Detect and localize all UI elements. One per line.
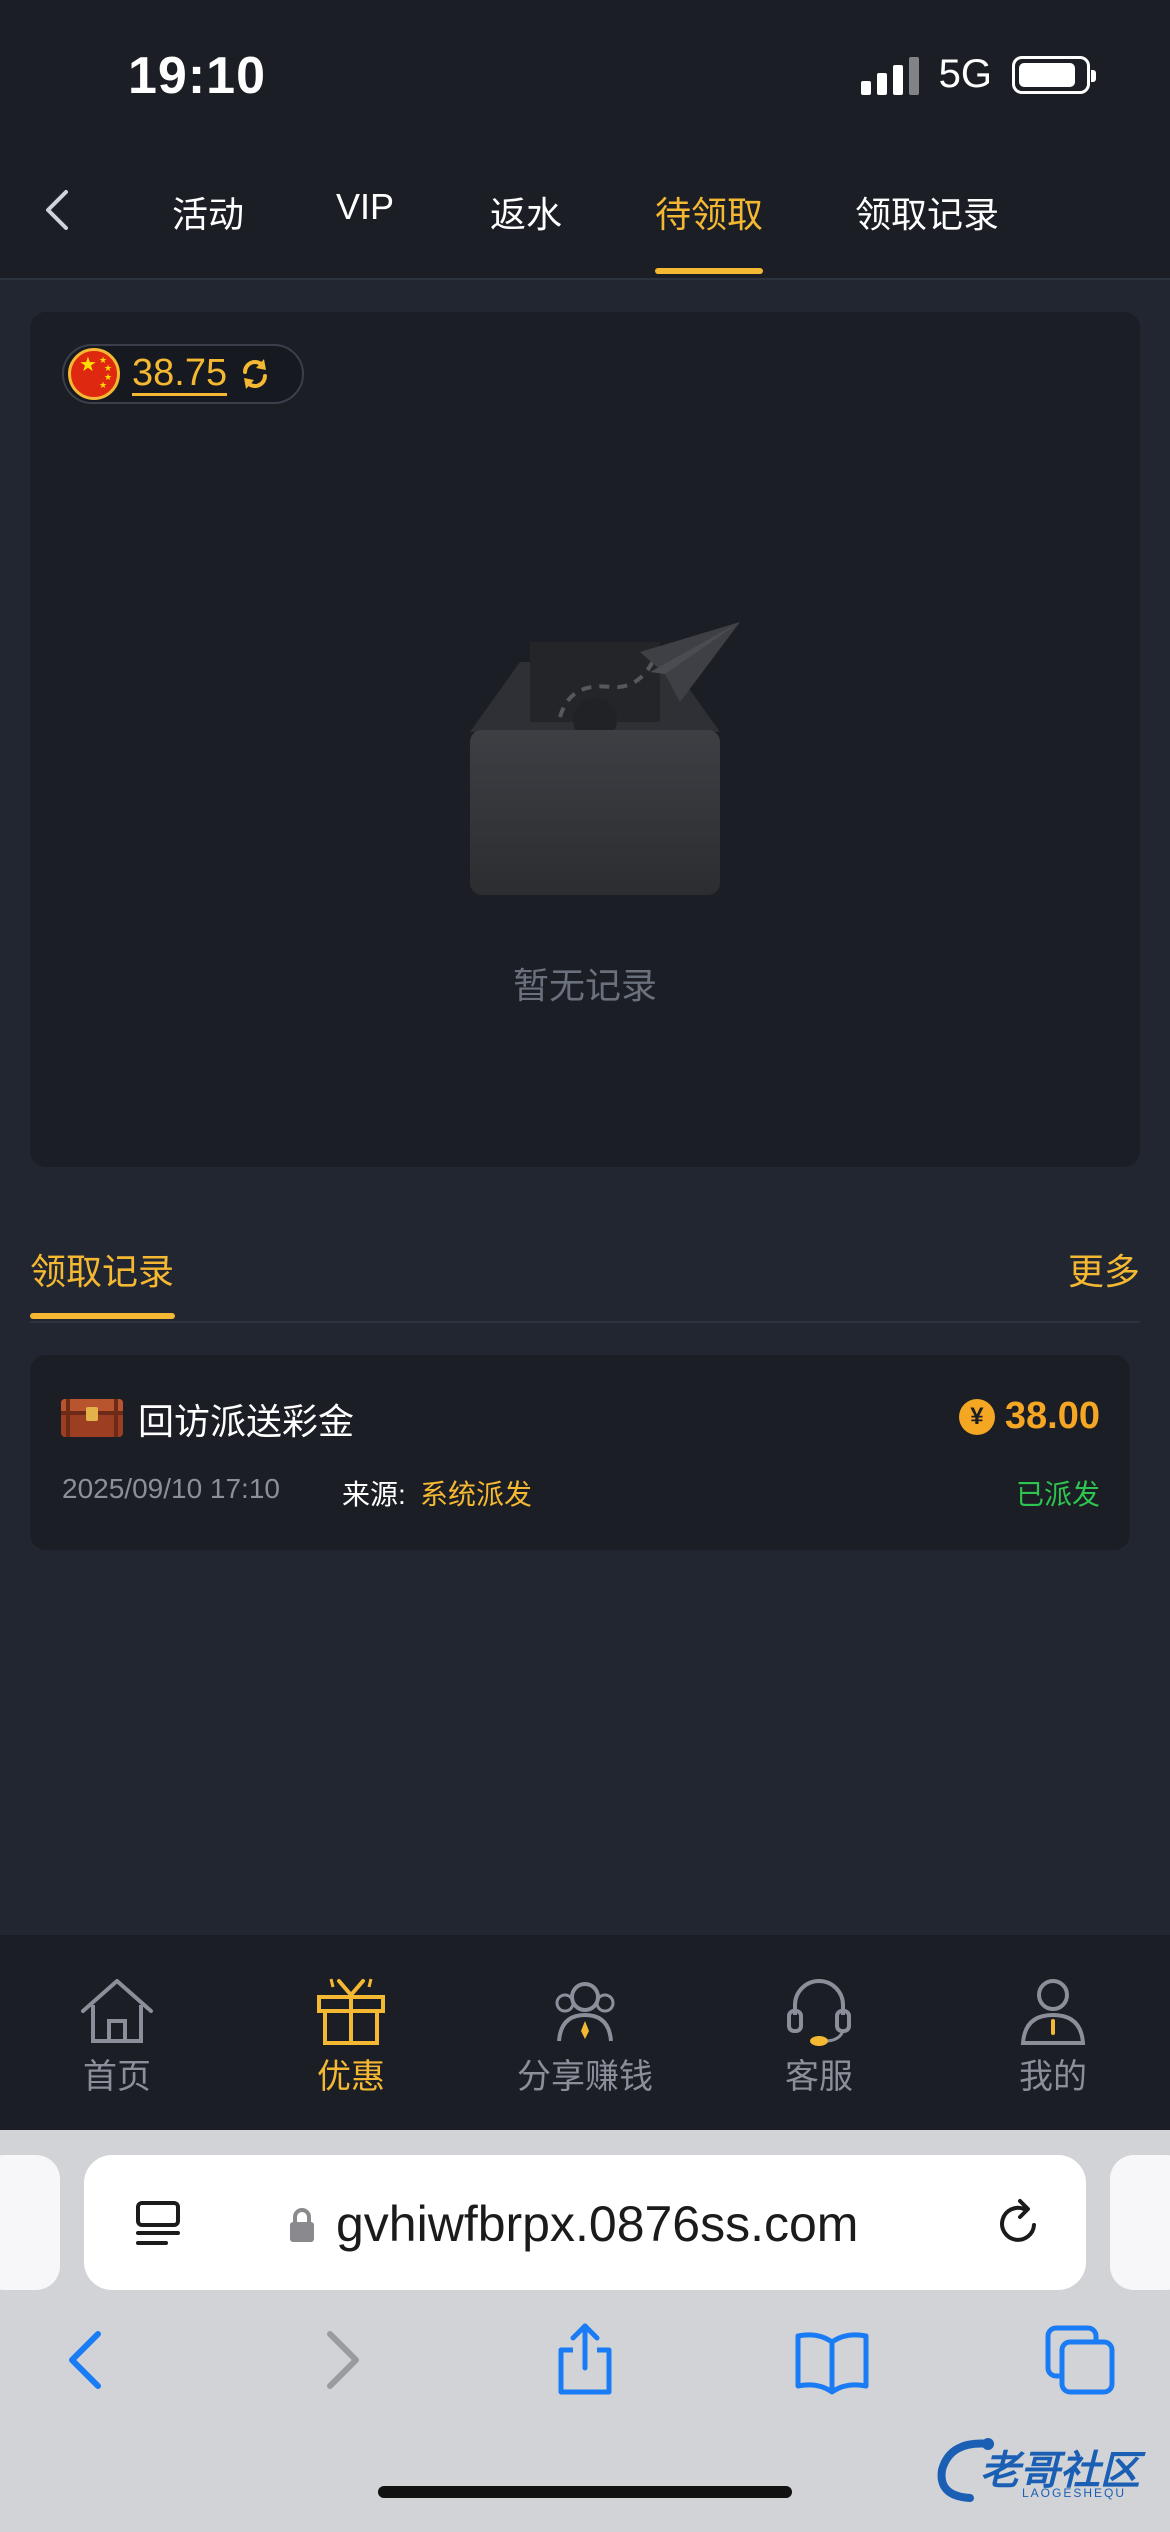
bottom-tab-promotions[interactable]: 优惠 (234, 1975, 468, 2098)
records-section-title[interactable]: 领取记录 (30, 1243, 174, 1295)
network-label: 5G (938, 52, 992, 96)
back-icon[interactable] (48, 2320, 128, 2400)
treasure-chest-icon (61, 1399, 123, 1437)
bottom-tab-home-label: 首页 (83, 2058, 151, 2096)
record-amount: ¥ 38.00 (958, 1395, 1100, 1438)
person-icon (1020, 1979, 1086, 2045)
bottom-tab-profile-label: 我的 (1019, 2058, 1087, 2096)
record-item[interactable]: 回访派送彩金 ¥ 38.00 2025/09/10 17:10 来源: 系统派发… (30, 1355, 1130, 1550)
tab-vip[interactable]: VIP (336, 186, 394, 228)
home-icon (81, 1979, 153, 2043)
tab-rebate[interactable]: 返水 (490, 186, 562, 238)
record-source-label: 来源: (342, 1479, 406, 1510)
status-indicators: 5G (860, 52, 1096, 97)
bottom-tab-profile[interactable]: 我的 (936, 1975, 1170, 2098)
home-indicator (378, 2486, 792, 2498)
share-people-icon (555, 1982, 615, 2042)
address-bar[interactable]: gvhiwfbrpx.0876ss.com (84, 2155, 1086, 2290)
balance-amount: 38.75 (132, 351, 228, 396)
record-time: 2025/09/10 17:10 (62, 1473, 280, 1504)
share-icon[interactable] (545, 2320, 625, 2400)
headset-icon (787, 1979, 851, 2046)
bottom-tab-share-label: 分享赚钱 (517, 2058, 653, 2096)
reload-icon[interactable] (990, 2195, 1046, 2251)
section-title-underline (30, 1313, 175, 1319)
tab-claim-records[interactable]: 领取记录 (855, 186, 999, 238)
bottom-tab-support-label: 客服 (785, 2058, 853, 2096)
bottom-tab-home[interactable]: 首页 (0, 1975, 234, 2098)
page-menu-icon[interactable] (132, 2197, 184, 2249)
previous-tab-preview[interactable] (0, 2155, 60, 2290)
status-time: 19:10 (128, 47, 266, 105)
refresh-icon[interactable] (237, 356, 273, 392)
active-tab-indicator (655, 268, 763, 274)
signal-icon (860, 55, 919, 95)
yen-coin-icon: ¥ (958, 1398, 995, 1435)
lock-icon (290, 2208, 314, 2242)
record-status: 已派发 (1015, 1479, 1100, 1510)
record-source: 系统派发 (420, 1479, 533, 1510)
battery-icon (1012, 55, 1096, 94)
forward-icon[interactable] (300, 2320, 380, 2400)
record-title: 回访派送彩金 (138, 1401, 355, 1442)
top-nav: 活动 VIP 返水 待领取 领取记录 (0, 150, 1170, 280)
empty-state-text: 暂无记录 (512, 965, 657, 1006)
records-section-header: 领取记录 更多 (30, 1235, 1140, 1323)
balance-chip[interactable]: ★ ★ ★ ★ ★ 38.75 (62, 344, 304, 404)
bottom-tab-promotions-label: 优惠 (317, 2058, 385, 2096)
bottom-tab-support[interactable]: 客服 (702, 1975, 936, 2098)
tab-activity[interactable]: 活动 (172, 186, 244, 238)
more-link[interactable]: 更多 (1068, 1243, 1140, 1295)
tab-pending-claim[interactable]: 待领取 (655, 186, 763, 238)
watermark-subtext: LAOGESHEQU (1022, 2486, 1127, 2500)
gift-icon (317, 1978, 385, 2045)
url-text[interactable]: gvhiwfbrpx.0876ss.com (336, 2195, 858, 2253)
tabs-icon[interactable] (1040, 2320, 1120, 2400)
watermark-logo: 老哥社区 LAOGESHEQU (930, 2430, 1160, 2510)
status-bar: 19:10 5G (0, 0, 1170, 150)
empty-box-icon (470, 622, 740, 895)
bookmarks-icon[interactable] (792, 2320, 872, 2400)
china-flag-icon: ★ ★ ★ ★ ★ (68, 348, 120, 400)
back-arrow-icon[interactable] (30, 180, 90, 240)
bottom-tab-share[interactable]: 分享赚钱 (468, 1975, 702, 2098)
next-tab-preview[interactable] (1110, 2155, 1170, 2290)
pending-panel: ★ ★ ★ ★ ★ 38.75 暂无记录 (30, 312, 1140, 1167)
record-amount-value: 38.00 (1004, 1395, 1100, 1437)
bottom-tab-bar: 首页 优惠 分享赚钱 客服 我的 (0, 1935, 1170, 2130)
